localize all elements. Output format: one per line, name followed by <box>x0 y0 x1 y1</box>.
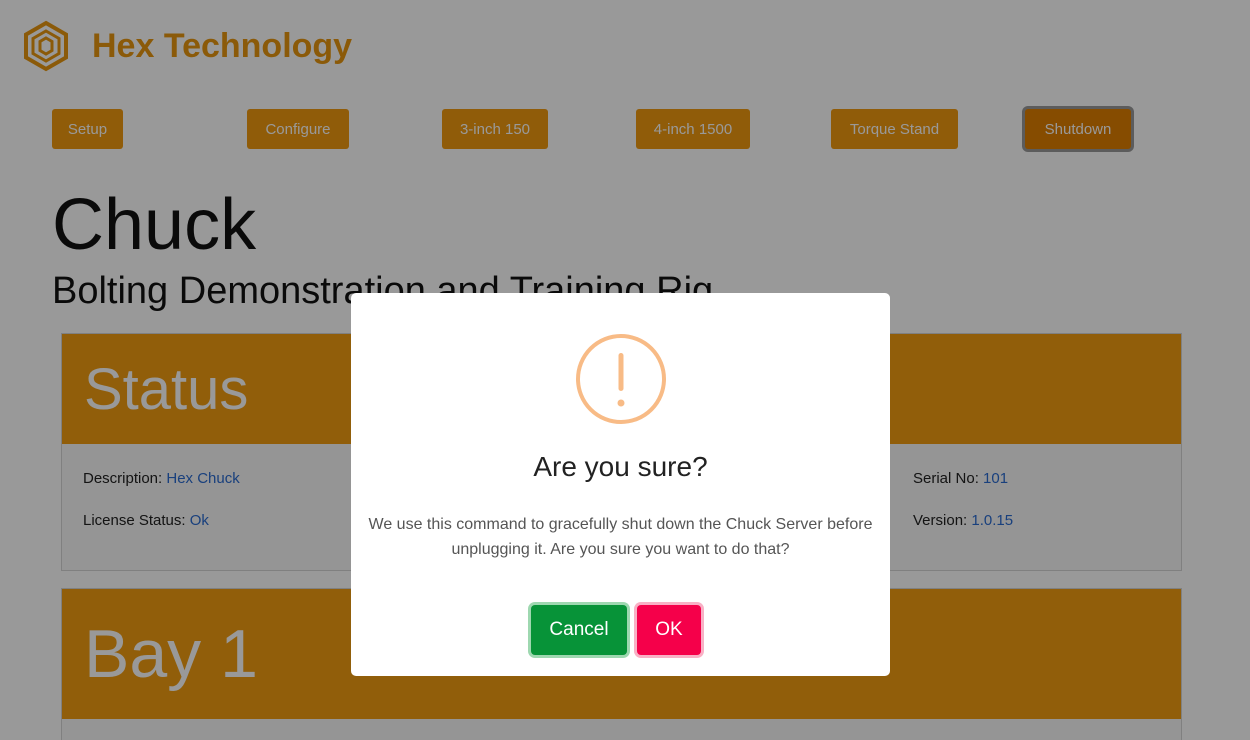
dialog-title: Are you sure? <box>533 451 708 482</box>
dialog-text: We use this command to gracefully shut d… <box>368 516 873 558</box>
ok-button[interactable]: OK <box>637 605 701 655</box>
cancel-button[interactable]: Cancel <box>531 605 627 655</box>
confirm-dialog: Are you sure? We use this command to gra… <box>351 293 890 676</box>
exclamation-circle-icon <box>576 334 666 424</box>
